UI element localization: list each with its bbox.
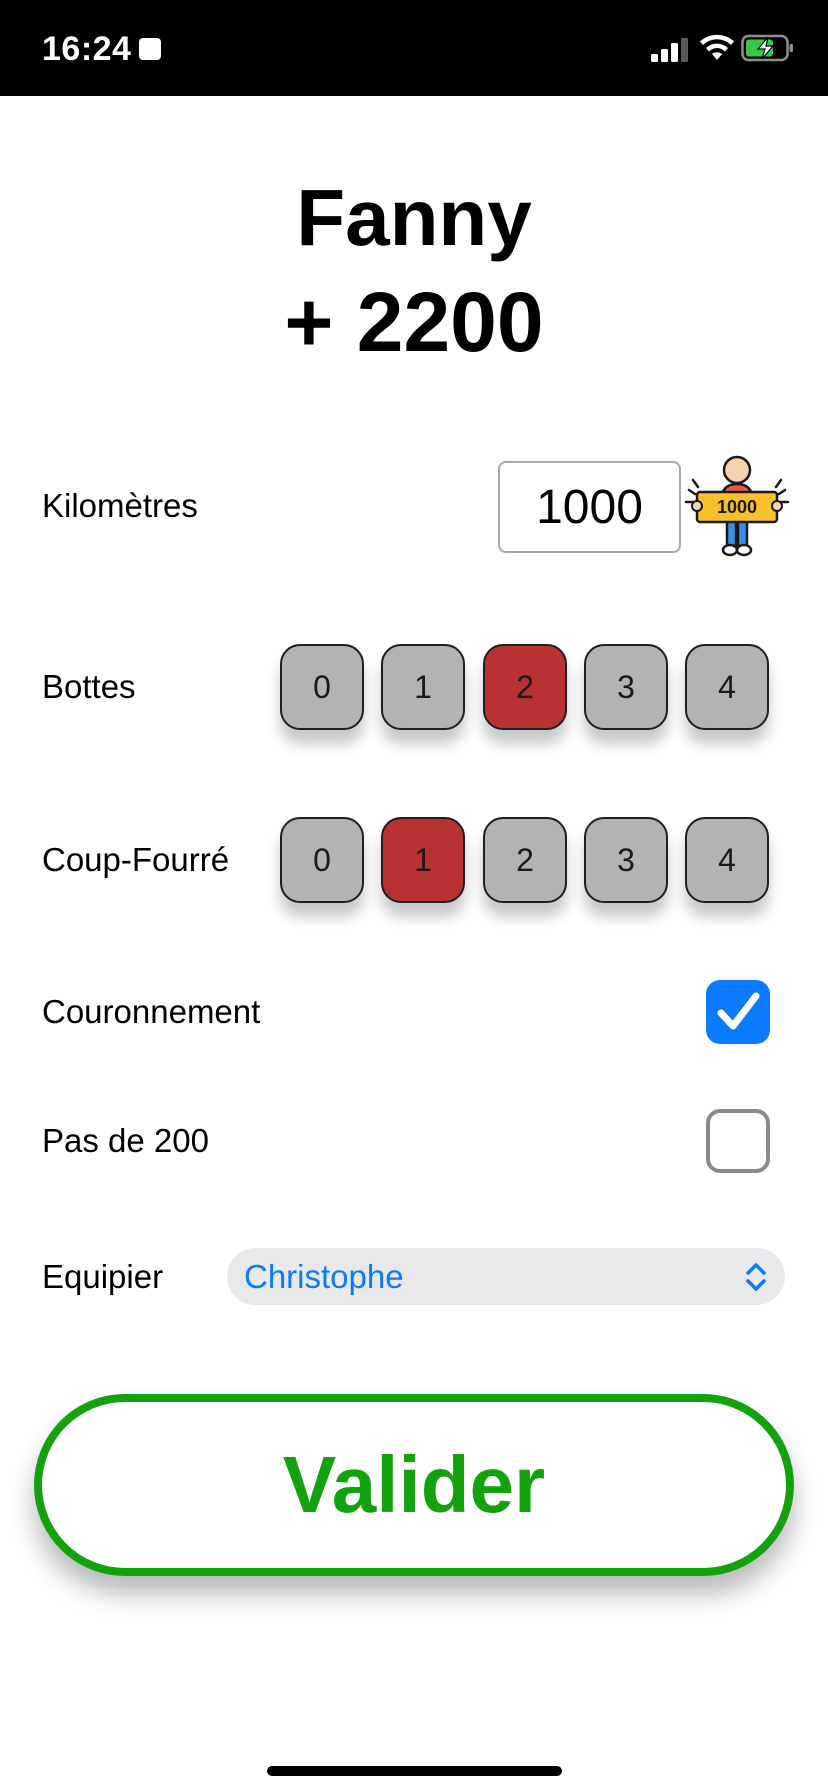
- status-bar: 16:24: [0, 0, 828, 96]
- equipier-label: Equipier: [42, 1258, 164, 1295]
- bottes-option-2[interactable]: 2: [483, 644, 567, 730]
- bottes-option-1[interactable]: 1: [381, 644, 465, 730]
- cellular-signal-icon: [651, 38, 688, 62]
- equipier-picker-value: Christophe: [244, 1258, 404, 1295]
- equipier-picker[interactable]: Christophe: [227, 1248, 785, 1305]
- home-indicator: [267, 1766, 562, 1776]
- coup-fourre-label: Coup-Fourré: [42, 841, 230, 878]
- kilometres-label: Kilomètres: [42, 487, 198, 524]
- pas-de-200-label: Pas de 200: [42, 1122, 209, 1159]
- kilometres-input[interactable]: [498, 461, 681, 553]
- coup-fourre-option-3[interactable]: 3: [584, 817, 668, 903]
- bottes-option-3[interactable]: 3: [584, 644, 668, 730]
- status-time: 16:24: [42, 30, 132, 68]
- coup-fourre-option-1[interactable]: 1: [381, 817, 465, 903]
- coup-fourre-option-0[interactable]: 0: [280, 817, 364, 903]
- bottes-option-0[interactable]: 0: [280, 644, 364, 730]
- sign-text: 1000: [717, 497, 757, 517]
- battery-charging-icon: [741, 34, 793, 62]
- pas-de-200-checkbox[interactable]: [706, 1109, 770, 1173]
- bottes-option-4[interactable]: 4: [685, 644, 769, 730]
- score-total: + 2200: [284, 275, 544, 369]
- coup-fourre-option-4[interactable]: 4: [685, 817, 769, 903]
- player-name: Fanny: [296, 173, 532, 262]
- wifi-icon: [700, 34, 734, 60]
- couronnement-label: Couronnement: [42, 993, 261, 1030]
- validate-button[interactable]: Valider: [34, 1394, 794, 1576]
- bottes-label: Bottes: [42, 668, 136, 705]
- coup-fourre-option-2[interactable]: 2: [483, 817, 567, 903]
- person-holding-1000-sign-icon: 1000: [684, 455, 790, 557]
- chevron-up-down-icon: [746, 1263, 766, 1291]
- stop-square-icon: [139, 38, 161, 60]
- checkmark-icon: [717, 992, 760, 1030]
- couronnement-checkbox[interactable]: [706, 980, 770, 1044]
